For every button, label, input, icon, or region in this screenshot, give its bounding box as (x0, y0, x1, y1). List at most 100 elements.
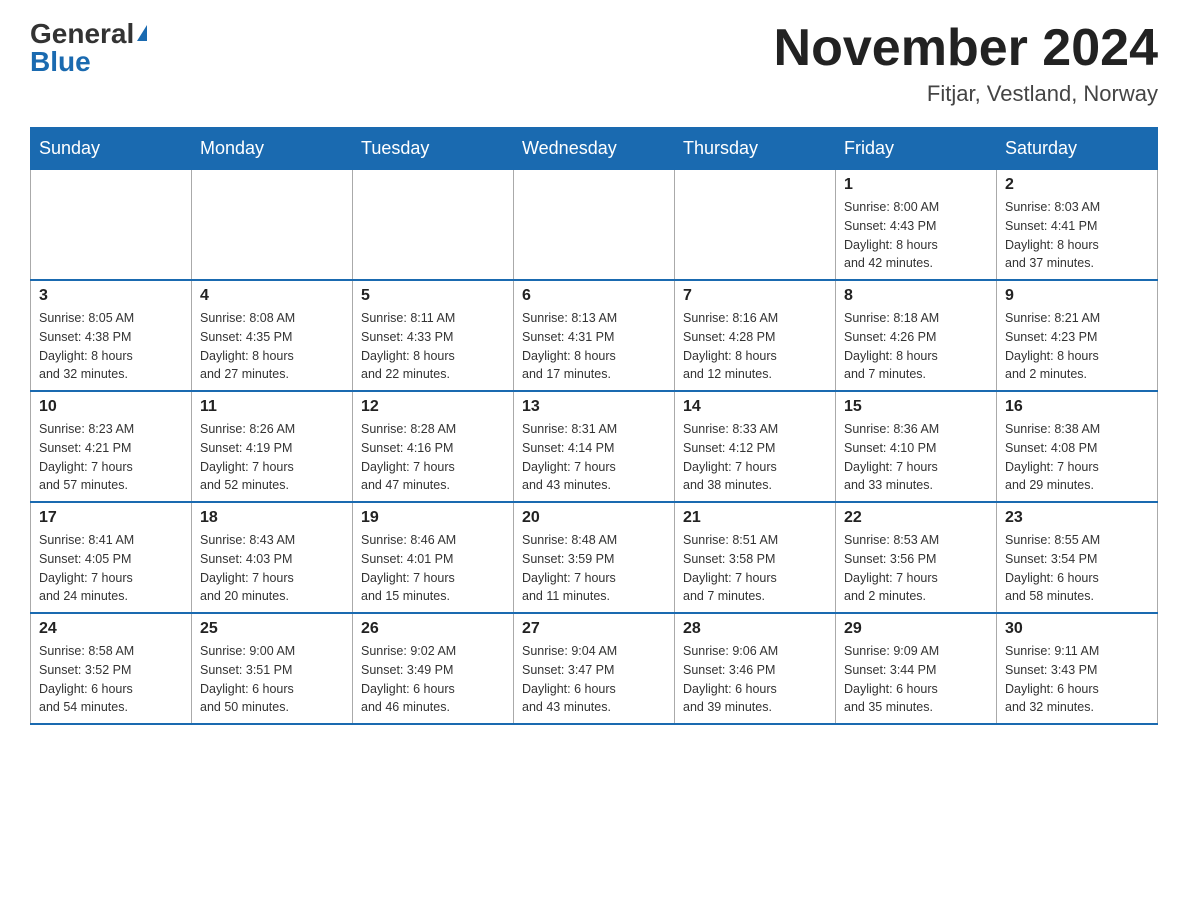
calendar-cell: 25Sunrise: 9:00 AMSunset: 3:51 PMDayligh… (192, 613, 353, 724)
day-number: 24 (39, 620, 183, 638)
day-number: 28 (683, 620, 827, 638)
calendar-cell: 5 Sunrise: 8:11 AMSunset: 4:33 PMDaylight… (353, 280, 514, 391)
calendar-cell (353, 170, 514, 281)
day-number: 19 (361, 509, 505, 527)
day-info: Sunrise: 8:16 AMSunset: 4:28 PMDaylight:… (683, 309, 827, 384)
calendar-cell: 20 Sunrise: 8:48 AMSunset: 3:59 PMDayligh… (514, 502, 675, 613)
day-number: 14 (683, 398, 827, 416)
day-info: Sunrise: 8:03 AMSunset: 4:41 PMDaylight:… (1005, 198, 1149, 273)
day-number: 15 (844, 398, 988, 416)
day-number: 21 (683, 509, 827, 527)
day-number: 6 (522, 287, 666, 305)
calendar-cell: 27Sunrise: 9:04 AMSunset: 3:47 PMDayligh… (514, 613, 675, 724)
calendar-cell: 13 Sunrise: 8:31 AMSunset: 4:14 PMDayligh… (514, 391, 675, 502)
calendar-cell: 29 Sunrise: 9:09 AMSunset: 3:44 PMDayligh… (836, 613, 997, 724)
day-number: 26 (361, 620, 505, 638)
calendar-body: 1Sunrise: 8:00 AMSunset: 4:43 PMDaylight… (31, 170, 1158, 725)
day-number: 29 (844, 620, 988, 638)
day-info: Sunrise: 9:09 AMSunset: 3:44 PMDaylight:… (844, 642, 988, 717)
day-info: Sunrise: 8:05 AMSunset: 4:38 PMDaylight:… (39, 309, 183, 384)
day-info: Sunrise: 8:23 AMSunset: 4:21 PMDaylight:… (39, 420, 183, 495)
logo-blue: Blue (30, 48, 91, 76)
calendar-cell: 14 Sunrise: 8:33 AMSunset: 4:12 PMDayligh… (675, 391, 836, 502)
day-info: Sunrise: 8:13 AMSunset: 4:31 PMDaylight:… (522, 309, 666, 384)
day-info: Sunrise: 8:08 AMSunset: 4:35 PMDaylight:… (200, 309, 344, 384)
calendar-cell: 16 Sunrise: 8:38 AMSunset: 4:08 PMDayligh… (997, 391, 1158, 502)
day-number: 2 (1005, 176, 1149, 194)
calendar-cell (514, 170, 675, 281)
day-info: Sunrise: 8:18 AMSunset: 4:26 PMDaylight:… (844, 309, 988, 384)
logo-triangle-icon (137, 25, 147, 41)
calendar-cell: 6 Sunrise: 8:13 AMSunset: 4:31 PMDaylight… (514, 280, 675, 391)
day-number: 30 (1005, 620, 1149, 638)
day-number: 9 (1005, 287, 1149, 305)
day-info: Sunrise: 8:46 AMSunset: 4:01 PMDaylight:… (361, 531, 505, 606)
calendar-cell: 3 Sunrise: 8:05 AMSunset: 4:38 PMDaylight… (31, 280, 192, 391)
day-number: 7 (683, 287, 827, 305)
day-number: 23 (1005, 509, 1149, 527)
day-info: Sunrise: 9:11 AMSunset: 3:43 PMDaylight:… (1005, 642, 1149, 717)
location-title: Fitjar, Vestland, Norway (774, 81, 1158, 107)
day-info: Sunrise: 9:04 AMSunset: 3:47 PMDaylight:… (522, 642, 666, 717)
day-number: 8 (844, 287, 988, 305)
day-info: Sunrise: 8:00 AMSunset: 4:43 PMDaylight:… (844, 198, 988, 273)
page-header: General Blue November 2024 Fitjar, Vestl… (30, 20, 1158, 107)
day-info: Sunrise: 8:48 AMSunset: 3:59 PMDaylight:… (522, 531, 666, 606)
day-number: 13 (522, 398, 666, 416)
calendar-cell: 10 Sunrise: 8:23 AMSunset: 4:21 PMDayligh… (31, 391, 192, 502)
calendar-table: SundayMondayTuesdayWednesdayThursdayFrid… (30, 127, 1158, 725)
day-info: Sunrise: 8:21 AMSunset: 4:23 PMDaylight:… (1005, 309, 1149, 384)
calendar-cell: 2 Sunrise: 8:03 AMSunset: 4:41 PMDaylight… (997, 170, 1158, 281)
day-number: 18 (200, 509, 344, 527)
day-number: 17 (39, 509, 183, 527)
day-info: Sunrise: 8:43 AMSunset: 4:03 PMDaylight:… (200, 531, 344, 606)
calendar-cell: 9 Sunrise: 8:21 AMSunset: 4:23 PMDaylight… (997, 280, 1158, 391)
weekday-header-row: SundayMondayTuesdayWednesdayThursdayFrid… (31, 128, 1158, 170)
day-info: Sunrise: 8:51 AMSunset: 3:58 PMDaylight:… (683, 531, 827, 606)
calendar-cell: 17 Sunrise: 8:41 AMSunset: 4:05 PMDayligh… (31, 502, 192, 613)
logo-general: General (30, 20, 134, 48)
calendar-cell: 18 Sunrise: 8:43 AMSunset: 4:03 PMDayligh… (192, 502, 353, 613)
calendar-cell: 15Sunrise: 8:36 AMSunset: 4:10 PMDayligh… (836, 391, 997, 502)
day-info: Sunrise: 8:28 AMSunset: 4:16 PMDaylight:… (361, 420, 505, 495)
calendar-cell: 23Sunrise: 8:55 AMSunset: 3:54 PMDayligh… (997, 502, 1158, 613)
day-info: Sunrise: 9:00 AMSunset: 3:51 PMDaylight:… (200, 642, 344, 717)
day-number: 3 (39, 287, 183, 305)
calendar-cell (675, 170, 836, 281)
calendar-cell: 22Sunrise: 8:53 AMSunset: 3:56 PMDayligh… (836, 502, 997, 613)
calendar-cell: 26 Sunrise: 9:02 AMSunset: 3:49 PMDayligh… (353, 613, 514, 724)
calendar-cell: 19 Sunrise: 8:46 AMSunset: 4:01 PMDayligh… (353, 502, 514, 613)
calendar-week-5: 24Sunrise: 8:58 AMSunset: 3:52 PMDayligh… (31, 613, 1158, 724)
calendar-cell: 21 Sunrise: 8:51 AMSunset: 3:58 PMDayligh… (675, 502, 836, 613)
day-number: 16 (1005, 398, 1149, 416)
calendar-header: SundayMondayTuesdayWednesdayThursdayFrid… (31, 128, 1158, 170)
calendar-week-1: 1Sunrise: 8:00 AMSunset: 4:43 PMDaylight… (31, 170, 1158, 281)
calendar-cell: 4 Sunrise: 8:08 AMSunset: 4:35 PMDaylight… (192, 280, 353, 391)
day-number: 5 (361, 287, 505, 305)
weekday-header-monday: Monday (192, 128, 353, 170)
calendar-cell: 8 Sunrise: 8:18 AMSunset: 4:26 PMDaylight… (836, 280, 997, 391)
calendar-cell: 7 Sunrise: 8:16 AMSunset: 4:28 PMDaylight… (675, 280, 836, 391)
day-number: 12 (361, 398, 505, 416)
day-number: 22 (844, 509, 988, 527)
day-info: Sunrise: 9:02 AMSunset: 3:49 PMDaylight:… (361, 642, 505, 717)
weekday-header-thursday: Thursday (675, 128, 836, 170)
month-title: November 2024 (774, 20, 1158, 77)
day-number: 10 (39, 398, 183, 416)
day-info: Sunrise: 8:38 AMSunset: 4:08 PMDaylight:… (1005, 420, 1149, 495)
day-info: Sunrise: 8:33 AMSunset: 4:12 PMDaylight:… (683, 420, 827, 495)
title-block: November 2024 Fitjar, Vestland, Norway (774, 20, 1158, 107)
day-info: Sunrise: 9:06 AMSunset: 3:46 PMDaylight:… (683, 642, 827, 717)
calendar-cell: 11Sunrise: 8:26 AMSunset: 4:19 PMDayligh… (192, 391, 353, 502)
calendar-cell: 1Sunrise: 8:00 AMSunset: 4:43 PMDaylight… (836, 170, 997, 281)
calendar-cell (31, 170, 192, 281)
calendar-cell: 24Sunrise: 8:58 AMSunset: 3:52 PMDayligh… (31, 613, 192, 724)
day-info: Sunrise: 8:11 AMSunset: 4:33 PMDaylight:… (361, 309, 505, 384)
calendar-week-4: 17 Sunrise: 8:41 AMSunset: 4:05 PMDayligh… (31, 502, 1158, 613)
day-info: Sunrise: 8:31 AMSunset: 4:14 PMDaylight:… (522, 420, 666, 495)
weekday-header-friday: Friday (836, 128, 997, 170)
calendar-cell: 28 Sunrise: 9:06 AMSunset: 3:46 PMDayligh… (675, 613, 836, 724)
day-number: 4 (200, 287, 344, 305)
day-info: Sunrise: 8:41 AMSunset: 4:05 PMDaylight:… (39, 531, 183, 606)
day-number: 20 (522, 509, 666, 527)
